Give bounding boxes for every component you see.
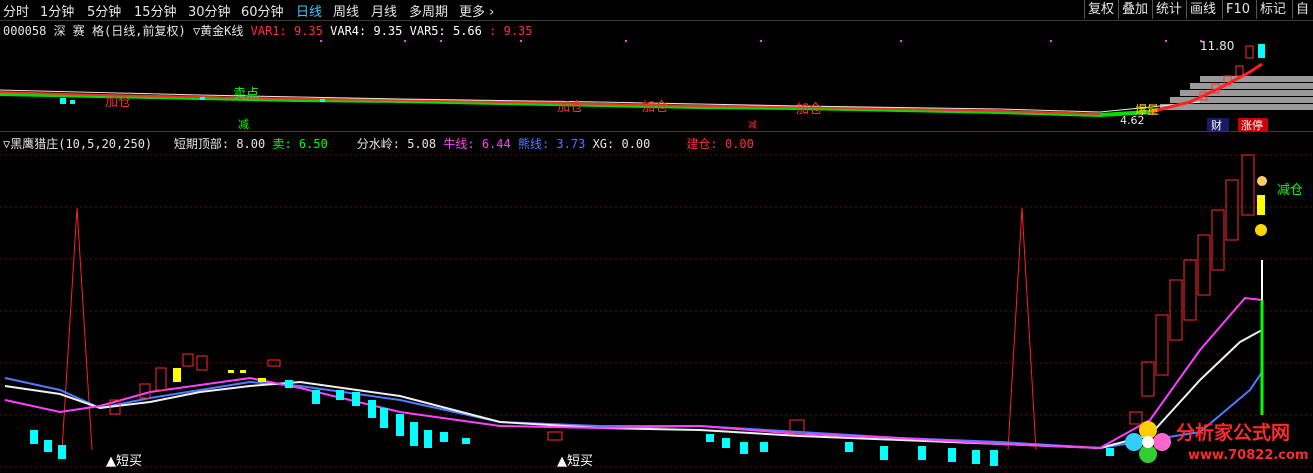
spike-left — [61, 207, 93, 451]
period-tab-multi[interactable]: 多周期 — [409, 1, 448, 20]
signal-reduce-2: 减 — [748, 119, 757, 131]
xg-value: 0.00 — [621, 137, 651, 151]
signal-reduce-1: 减 — [238, 118, 249, 131]
signal-add-1: 加仓 — [105, 95, 131, 110]
period-tab-daily[interactable]: 日线 — [296, 1, 322, 20]
bull-value: 6.44 — [481, 137, 511, 151]
trend-band-red — [0, 91, 1101, 115]
money-bag-icon — [1255, 224, 1267, 236]
period-tab-monthly[interactable]: 月线 — [371, 1, 397, 20]
period-tab-1min[interactable]: 1分钟 — [40, 1, 74, 20]
signal-finance: 财 — [1211, 118, 1222, 132]
bull-label: 牛线: — [443, 137, 475, 151]
draw-line-button[interactable]: 画线 — [1186, 0, 1219, 19]
build-label: 建仓: — [686, 137, 718, 151]
mark-button[interactable]: 标记 — [1256, 0, 1289, 19]
grid-lines — [0, 154, 1313, 468]
signal-add-4: 加仓 — [796, 102, 822, 117]
period-tab-more[interactable]: 更多 › — [459, 1, 494, 20]
watermark-url: www.70822.com — [1188, 448, 1309, 463]
build-value: 0.00 — [724, 137, 754, 151]
custom-button[interactable]: 自 — [1292, 0, 1312, 19]
signal-volume-burst: 爆量 — [1135, 103, 1159, 117]
overlay-button[interactable]: 叠加 — [1118, 0, 1151, 19]
signal-reduce-position: 减仓 — [1277, 183, 1303, 198]
yellow-blocks — [173, 195, 1265, 382]
trend-line-white — [0, 89, 1201, 113]
f10-button[interactable]: F10 — [1222, 0, 1253, 19]
short-top-value: 8.00 — [236, 137, 266, 151]
bull-head-icon — [1257, 176, 1267, 186]
signal-sell-point: 卖点 — [233, 87, 259, 102]
blue-line — [4, 371, 1263, 450]
lower-indicator-chart[interactable]: ▲短买 ▲短买 减仓 — [0, 150, 1313, 473]
panel-divider — [0, 131, 1313, 132]
signal-short-buy-2: ▲短买 — [557, 454, 593, 469]
upper-kline-chart[interactable]: 11.80 4.62 加仓 卖点 加仓 加仓 加仓 减 减 爆量 财 涨停 — [0, 20, 1313, 132]
sell-value: 6.50 — [298, 137, 328, 151]
statistics-button[interactable]: 统计 — [1152, 0, 1185, 19]
period-tab-15min[interactable]: 15分钟 — [134, 1, 177, 20]
adjust-button[interactable]: 复权 — [1084, 0, 1117, 19]
period-tab-weekly[interactable]: 周线 — [333, 1, 359, 20]
last-candle — [1258, 44, 1265, 58]
water-label: 分水岭: — [356, 137, 400, 151]
white-line — [4, 329, 1263, 450]
lower-indicator-name[interactable]: ▽黑鹰猎庄(10,5,20,250) — [3, 137, 152, 151]
watermark-brand: 分析家公式网 — [1176, 422, 1291, 444]
flower-icon — [1125, 421, 1171, 463]
spike-right — [1007, 207, 1037, 451]
signal-short-buy-1: ▲短买 — [106, 454, 142, 469]
watermark-logo: 分析家公式网 www.70822.com — [1118, 414, 1309, 472]
signal-add-3: 加仓 — [642, 100, 668, 115]
period-tab-30min[interactable]: 30分钟 — [188, 1, 231, 20]
sell-label: 卖: — [272, 137, 292, 151]
period-toolbar: 分时 1分钟 5分钟 15分钟 30分钟 60分钟 日线 周线 月线 多周期 更… — [0, 0, 1313, 21]
red-stair-boxes — [109, 154, 1255, 441]
short-top-label: 短期顶部: — [173, 137, 230, 151]
water-value: 5.08 — [407, 137, 437, 151]
bear-value: 3.73 — [556, 137, 586, 151]
period-tab-60min[interactable]: 60分钟 — [241, 1, 284, 20]
max-price-label: 11.80 — [1200, 39, 1234, 53]
xg-label: XG: — [592, 137, 615, 151]
signal-add-2: 加仓 — [557, 100, 583, 115]
period-tab-5min[interactable]: 5分钟 — [87, 1, 121, 20]
bear-label: 熊线: — [517, 137, 550, 151]
top-dot-markers — [320, 40, 1202, 42]
signal-limit-up: 涨停 — [1241, 118, 1263, 132]
period-tab-intraday[interactable]: 分时 — [3, 1, 29, 20]
